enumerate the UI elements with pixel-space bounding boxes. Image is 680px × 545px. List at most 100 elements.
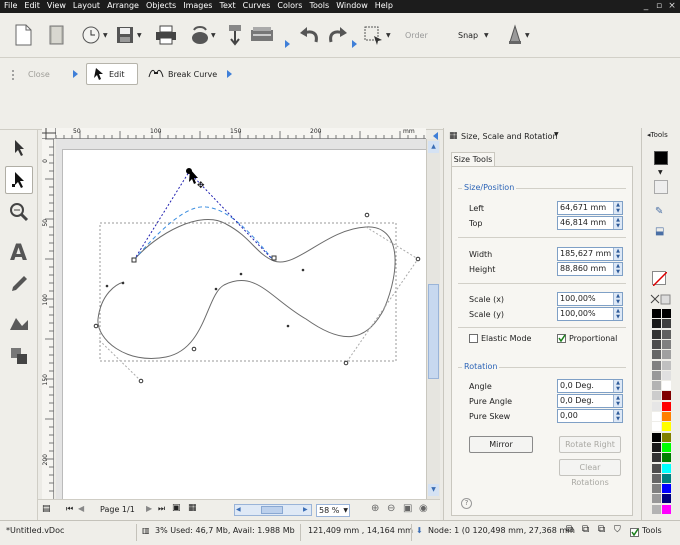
delete-page-icon[interactable]: ▦	[188, 503, 197, 513]
edit-button[interactable]: Edit	[86, 63, 138, 85]
color-swatch[interactable]	[662, 494, 671, 504]
scroll-thumb[interactable]	[428, 284, 439, 379]
spinner-arrows-icon[interactable]: ▲ ▼	[613, 380, 622, 392]
color-swatch[interactable]	[662, 350, 671, 360]
expand-arrow-icon[interactable]	[352, 40, 357, 48]
color-swatch[interactable]	[662, 504, 671, 514]
zoom-out-icon[interactable]: ⊖	[387, 503, 395, 514]
horizontal-ruler[interactable]: 50 100 150 200 mm	[55, 128, 426, 139]
color-swatch[interactable]	[662, 309, 671, 318]
stroke-color-swatch[interactable]	[654, 151, 668, 165]
color-swatch[interactable]	[662, 442, 671, 452]
close-window-icon[interactable]: ×	[666, 0, 678, 12]
color-swatch[interactable]	[652, 442, 661, 452]
close-curve-button[interactable]: Close	[22, 63, 56, 85]
menu-item-images[interactable]: Images	[183, 1, 212, 10]
text-tool-icon[interactable]: A	[5, 238, 33, 266]
spinner-arrows-icon[interactable]: ▲ ▼	[613, 202, 622, 214]
color-swatch[interactable]	[652, 463, 661, 473]
color-swatch[interactable]	[662, 401, 671, 411]
color-swatch[interactable]	[652, 473, 661, 483]
color-swatch[interactable]	[662, 422, 671, 432]
menu-item-file[interactable]: File	[4, 1, 17, 10]
transparent-swatch[interactable]	[650, 294, 672, 305]
expand-arrow-icon[interactable]	[227, 70, 232, 78]
height-input[interactable]: 88,860 mm ▲ ▼	[557, 262, 623, 276]
menu-item-objects[interactable]: Objects	[146, 1, 176, 10]
color-swatch[interactable]	[652, 350, 661, 360]
snap-grid-icon[interactable]: ⧉	[566, 524, 573, 535]
panel-title[interactable]: Size, Scale and Rotation	[461, 132, 558, 141]
zoom-fit-icon[interactable]: ▣	[403, 503, 412, 514]
color-swatch[interactable]	[662, 329, 671, 339]
color-picker-icon[interactable]: ⬓	[655, 226, 664, 237]
snap-button[interactable]: Snap	[458, 31, 478, 40]
zoom-tool-icon[interactable]	[5, 198, 33, 226]
menu-item-colors[interactable]: Colors	[277, 1, 302, 10]
menu-item-tools[interactable]: Tools	[309, 1, 329, 10]
undo-icon[interactable]	[296, 22, 322, 48]
color-swatch[interactable]	[652, 309, 661, 318]
chevron-down-icon[interactable]: ▼	[386, 32, 391, 39]
shape-tool-icon[interactable]	[5, 310, 33, 338]
expand-arrow-icon[interactable]	[285, 40, 290, 48]
snap-objects-icon[interactable]: ⧉	[582, 524, 589, 535]
color-swatch[interactable]	[652, 453, 661, 463]
scale-x-input[interactable]: 100,00% ▲ ▼	[557, 292, 623, 306]
tools-checkbox[interactable]	[630, 528, 639, 537]
color-swatch[interactable]	[662, 370, 671, 380]
color-swatch[interactable]	[662, 391, 671, 401]
spinner-arrows-icon[interactable]: ▲ ▼	[613, 308, 622, 320]
menu-item-arrange[interactable]: Arrange	[107, 1, 139, 10]
rotate-right-button[interactable]: Rotate Right	[559, 436, 621, 453]
scroll-right-icon[interactable]: ▶	[303, 506, 308, 513]
last-page-icon[interactable]: ⏭	[158, 504, 165, 514]
zoom-select[interactable]: 58 % ▼	[316, 504, 350, 517]
spinner-arrows-icon[interactable]: ▲ ▼	[613, 248, 622, 260]
color-swatch[interactable]	[652, 432, 661, 442]
color-swatch[interactable]	[652, 484, 661, 494]
color-swatch[interactable]	[662, 360, 671, 370]
no-color-swatch[interactable]	[652, 271, 668, 287]
horizontal-scroll-thumb[interactable]	[261, 506, 283, 514]
tools-tab[interactable]: ◂Tools	[647, 131, 668, 139]
arrange-tool-icon[interactable]	[5, 342, 33, 370]
scroll-down-icon[interactable]: ▼	[428, 484, 439, 496]
chevron-down-icon[interactable]: ▼	[484, 32, 489, 39]
chevron-down-icon[interactable]: ▼	[525, 32, 530, 39]
spinner-arrows-icon[interactable]: ▲ ▼	[613, 293, 622, 305]
color-swatch[interactable]	[652, 381, 661, 391]
color-swatch[interactable]	[662, 381, 671, 391]
menu-item-help[interactable]: Help	[375, 1, 393, 10]
color-swatch[interactable]	[652, 401, 661, 411]
fill-color-swatch[interactable]	[654, 180, 668, 194]
zoom-page-icon[interactable]: ◉	[419, 503, 428, 514]
spinner-arrows-icon[interactable]: ▲ ▼	[613, 217, 622, 229]
vertical-ruler[interactable]: 0 50 100 150 200	[42, 138, 54, 499]
redo-icon[interactable]	[325, 22, 351, 48]
previous-page-icon[interactable]: ◀	[78, 504, 84, 513]
pure-skew-input[interactable]: 0,00 ▲ ▼	[557, 409, 623, 423]
add-page-icon[interactable]: ▣	[172, 503, 181, 513]
history-clock-icon[interactable]	[78, 22, 104, 48]
mirror-button[interactable]: Mirror	[469, 436, 533, 453]
color-swatch[interactable]	[652, 339, 661, 349]
proportional-checkbox[interactable]	[557, 334, 566, 343]
clear-rotations-button[interactable]: Clear Rotations	[559, 459, 621, 487]
select-region-icon[interactable]	[360, 22, 386, 48]
first-page-icon[interactable]: ⏮	[66, 504, 73, 514]
spinner-arrows-icon[interactable]: ▲ ▼	[613, 395, 622, 407]
vertical-scrollbar[interactable]: ▲ ▼	[426, 139, 440, 499]
color-swatch[interactable]	[652, 319, 661, 329]
color-swatch[interactable]	[652, 329, 661, 339]
spinner-arrows-icon[interactable]: ▲ ▼	[613, 410, 622, 422]
color-swatch[interactable]	[662, 473, 671, 483]
snap-guides-icon[interactable]: ⧉	[598, 524, 605, 535]
break-curve-button[interactable]: Break Curve	[142, 63, 223, 85]
open-book-icon[interactable]	[44, 22, 70, 48]
menu-item-text[interactable]: Text	[219, 1, 235, 10]
color-swatch[interactable]	[652, 504, 661, 514]
scanner-icon[interactable]	[249, 22, 275, 48]
ruler-corner[interactable]	[42, 128, 56, 139]
pointer-tool-icon[interactable]	[5, 134, 33, 162]
